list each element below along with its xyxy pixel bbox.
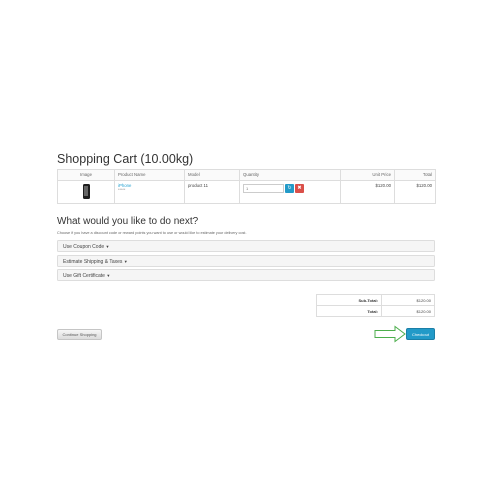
header-total: Total: [394, 169, 436, 181]
arrow-right-icon: [374, 325, 406, 343]
gift-certificate-panel[interactable]: Use Gift Certificate ▼: [57, 269, 435, 281]
cart-table: Image Product Name Model Quantity Unit P…: [57, 169, 436, 204]
header-model: Model: [184, 169, 240, 181]
cart-header-row: Image Product Name Model Quantity Unit P…: [57, 169, 436, 181]
next-steps-subtitle: Choose if you have a discount code or re…: [57, 231, 247, 235]
total-row: Total: $120.00: [316, 305, 435, 317]
quantity-cell: ↻ ✖: [239, 179, 341, 204]
refresh-icon: ↻: [287, 184, 292, 191]
product-rating: *****: [118, 188, 126, 192]
header-product-name: Product Name: [114, 169, 185, 181]
phone-thumbnail[interactable]: [82, 183, 90, 199]
total-label: Total:: [316, 305, 382, 317]
gift-certificate-panel-label: Use Gift Certificate: [63, 273, 105, 279]
header-quantity: Quantity: [239, 169, 341, 181]
coupon-panel[interactable]: Use Coupon Code ▼: [57, 240, 435, 252]
table-row: iPhone ***** product 11 ↻ ✖ $120.00 $120…: [57, 179, 436, 204]
subtotal-value: $120.00: [381, 294, 435, 306]
total-value: $120.00: [381, 305, 435, 317]
unit-price: $120.00: [340, 179, 395, 204]
checkout-button[interactable]: Checkout: [406, 328, 435, 340]
product-name-cell: iPhone *****: [114, 179, 185, 204]
continue-shopping-button[interactable]: Continue Shopping: [57, 329, 102, 340]
row-total: $120.00: [394, 179, 436, 204]
totals-table: Sub-Total: $120.00 Total: $120.00: [316, 294, 435, 317]
quantity-input[interactable]: [243, 183, 284, 193]
caret-down-icon: ▼: [106, 273, 111, 278]
subtotal-row: Sub-Total: $120.00: [316, 294, 435, 306]
header-unit-price: Unit Price: [340, 169, 395, 181]
page-title: Shopping Cart (10.00kg): [57, 152, 194, 166]
times-circle-icon: ✖: [297, 184, 302, 191]
caret-down-icon: ▼: [123, 259, 128, 264]
shipping-panel[interactable]: Estimate Shipping & Taxes ▼: [57, 255, 435, 267]
product-model: product 11: [184, 179, 240, 204]
caret-down-icon: ▼: [105, 244, 110, 249]
shipping-panel-label: Estimate Shipping & Taxes: [63, 259, 123, 265]
product-image-cell: [57, 179, 115, 204]
subtotal-label: Sub-Total:: [316, 294, 382, 306]
header-image: Image: [57, 169, 115, 181]
update-quantity-button[interactable]: ↻: [285, 183, 294, 193]
next-steps-title: What would you like to do next?: [57, 216, 199, 227]
coupon-panel-label: Use Coupon Code: [63, 244, 105, 250]
remove-item-button[interactable]: ✖: [295, 183, 304, 193]
